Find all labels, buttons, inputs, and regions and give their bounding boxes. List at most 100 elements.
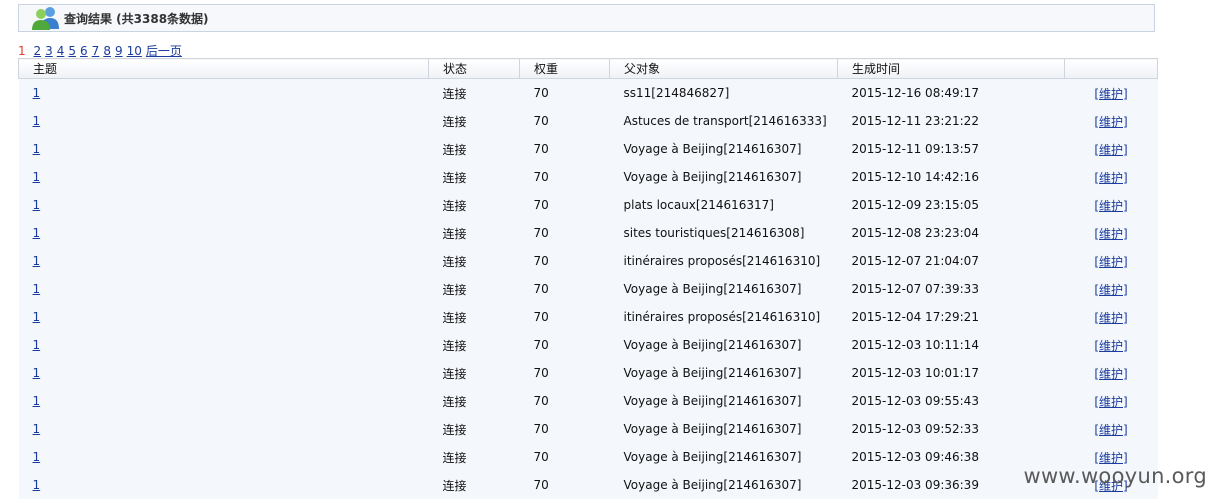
pager-link-page[interactable]: 9 — [115, 44, 123, 58]
subject-link[interactable]: 1 — [33, 478, 41, 492]
maintain-link[interactable]: [维护] — [1094, 87, 1127, 101]
subject-cell: 1 — [18, 247, 429, 275]
subject-link[interactable]: 1 — [33, 198, 41, 212]
maintain-link[interactable]: [维护] — [1094, 171, 1127, 185]
parent-cell: Voyage à Beijing[214616307] — [609, 415, 838, 443]
subject-cell: 1 — [18, 191, 429, 219]
maintain-link[interactable]: [维护] — [1094, 451, 1127, 465]
subject-link[interactable]: 1 — [33, 282, 41, 296]
subject-cell: 1 — [18, 163, 429, 191]
subject-link[interactable]: 1 — [33, 254, 41, 268]
pager-link-page[interactable]: 3 — [45, 44, 53, 58]
watermark: www.wooyun.org — [1023, 464, 1207, 488]
parent-cell: Voyage à Beijing[214616307] — [609, 471, 838, 499]
subject-link[interactable]: 1 — [33, 338, 41, 352]
subject-cell: 1 — [18, 78, 429, 107]
column-header: 生成时间 — [837, 58, 1065, 79]
action-cell: [维护] — [1064, 135, 1158, 163]
maintain-link[interactable]: [维护] — [1094, 395, 1127, 409]
time-cell: 2015-12-10 14:42:16 — [837, 163, 1065, 191]
table-row: 1 连接 70 Voyage à Beijing[214616307] 2015-12-… — [18, 275, 1158, 303]
weight-cell: 70 — [519, 219, 610, 247]
subject-cell: 1 — [18, 303, 429, 331]
parent-cell: Voyage à Beijing[214616307] — [609, 135, 838, 163]
time-cell: 2015-12-07 21:04:07 — [837, 247, 1065, 275]
status-cell: 连接 — [428, 415, 520, 443]
subject-cell: 1 — [18, 219, 429, 247]
subject-cell: 1 — [18, 359, 429, 387]
maintain-link[interactable]: [维护] — [1094, 367, 1127, 381]
pager-link-page[interactable]: 7 — [92, 44, 100, 58]
weight-cell: 70 — [519, 359, 610, 387]
parent-cell: Voyage à Beijing[214616307] — [609, 275, 838, 303]
table-row: 1 连接 70 itinéraires proposés[214616310] 2015… — [18, 247, 1158, 275]
subject-link[interactable]: 1 — [33, 114, 41, 128]
pager-link-page[interactable]: 8 — [103, 44, 111, 58]
subject-cell: 1 — [18, 135, 429, 163]
column-header: 父对象 — [609, 58, 838, 79]
status-cell: 连接 — [428, 275, 520, 303]
weight-cell: 70 — [519, 303, 610, 331]
results-header: 查询结果 (共3388条数据) — [18, 4, 1155, 32]
parent-cell: ss11[214846827] — [609, 78, 838, 107]
pager-link-page[interactable]: 10 — [127, 44, 142, 58]
pagination: 1 2 3 4 5 6 7 8 9 10 后一页 — [18, 44, 186, 59]
table-row: 1 连接 70 plats locaux[214616317] 2015-12-09 2… — [18, 191, 1158, 219]
maintain-link[interactable]: [维护] — [1094, 227, 1127, 241]
maintain-link[interactable]: [维护] — [1094, 199, 1127, 213]
subject-cell: 1 — [18, 107, 429, 135]
subject-link[interactable]: 1 — [33, 310, 41, 324]
status-cell: 连接 — [428, 191, 520, 219]
maintain-link[interactable]: [维护] — [1094, 255, 1127, 269]
maintain-link[interactable]: [维护] — [1094, 423, 1127, 437]
time-cell: 2015-12-16 08:49:17 — [837, 78, 1065, 107]
pager-link-page[interactable]: 4 — [57, 44, 65, 58]
weight-cell: 70 — [519, 247, 610, 275]
time-cell: 2015-12-09 23:15:05 — [837, 191, 1065, 219]
maintain-link[interactable]: [维护] — [1094, 311, 1127, 325]
subject-link[interactable]: 1 — [33, 226, 41, 240]
pager-current-page: 1 — [18, 44, 26, 58]
parent-cell: Astuces de transport[214616333] — [609, 107, 838, 135]
parent-cell: itinéraires proposés[214616310] — [609, 247, 838, 275]
time-cell: 2015-12-03 10:01:17 — [837, 359, 1065, 387]
time-cell: 2015-12-04 17:29:21 — [837, 303, 1065, 331]
maintain-link[interactable]: [维护] — [1094, 339, 1127, 353]
parent-cell: Voyage à Beijing[214616307] — [609, 387, 838, 415]
weight-cell: 70 — [519, 331, 610, 359]
weight-cell: 70 — [519, 107, 610, 135]
maintain-link[interactable]: [维护] — [1094, 283, 1127, 297]
subject-link[interactable]: 1 — [33, 450, 41, 464]
table-body: 1 连接 70 ss11[214846827] 2015-12-16 08:49:17[… — [18, 78, 1158, 499]
weight-cell: 70 — [519, 191, 610, 219]
subject-link[interactable]: 1 — [33, 422, 41, 436]
parent-cell: itinéraires proposés[214616310] — [609, 303, 838, 331]
action-cell: [维护] — [1064, 303, 1158, 331]
action-cell: [维护] — [1064, 415, 1158, 443]
pager-link-page[interactable]: 5 — [68, 44, 76, 58]
maintain-link[interactable]: [维护] — [1094, 115, 1127, 129]
maintain-link[interactable]: [维护] — [1094, 143, 1127, 157]
column-header: 主题 — [18, 58, 429, 79]
parent-cell: Voyage à Beijing[214616307] — [609, 359, 838, 387]
action-cell: [维护] — [1064, 78, 1158, 107]
pager-link-page[interactable]: 6 — [80, 44, 88, 58]
pager-link-page[interactable]: 2 — [33, 44, 41, 58]
action-cell: [维护] — [1064, 219, 1158, 247]
parent-cell: Voyage à Beijing[214616307] — [609, 443, 838, 471]
pager-next-link[interactable]: 后一页 — [146, 44, 182, 58]
subject-link[interactable]: 1 — [33, 394, 41, 408]
weight-cell: 70 — [519, 471, 610, 499]
parent-cell: Voyage à Beijing[214616307] — [609, 163, 838, 191]
table-row: 1 连接 70 itinéraires proposés[214616310] 2015… — [18, 303, 1158, 331]
table-header-row: 主题 状态 权重 父对象 生成时间 — [18, 58, 1158, 79]
parent-cell: plats locaux[214616317] — [609, 191, 838, 219]
subject-link[interactable]: 1 — [33, 366, 41, 380]
column-header: 状态 — [428, 58, 520, 79]
status-cell: 连接 — [428, 163, 520, 191]
subject-link[interactable]: 1 — [33, 170, 41, 184]
table-row: 1 连接 70 sites touristiques[214616308] 2015-1… — [18, 219, 1158, 247]
subject-link[interactable]: 1 — [33, 86, 41, 100]
subject-cell: 1 — [18, 275, 429, 303]
subject-link[interactable]: 1 — [33, 142, 41, 156]
